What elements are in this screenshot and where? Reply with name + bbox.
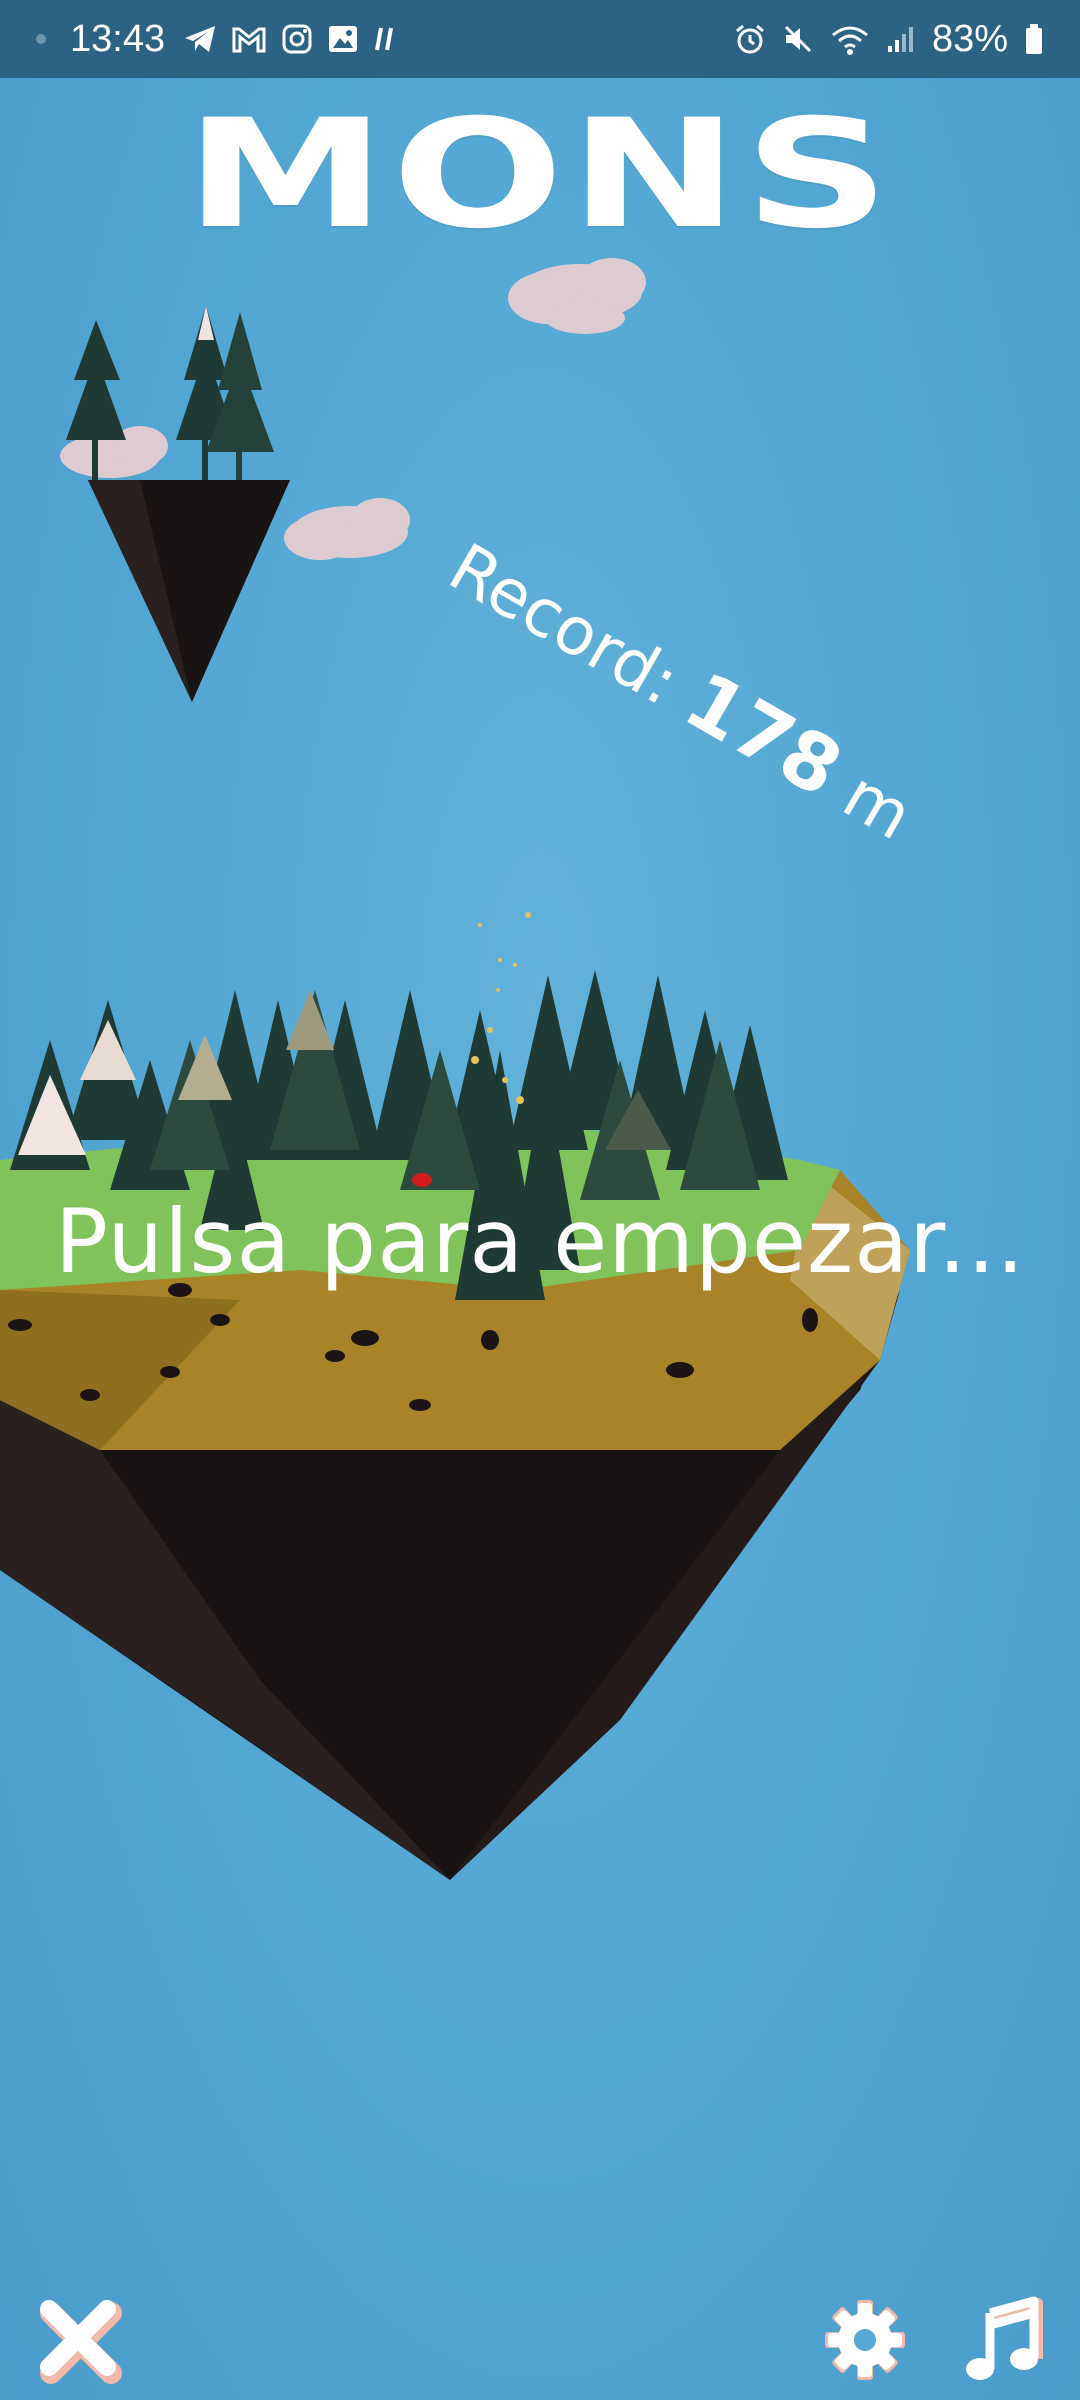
cloud: [284, 498, 410, 560]
music-icon: [966, 2296, 1043, 2380]
music-button[interactable]: [955, 2290, 1055, 2390]
gmail-icon: [231, 25, 267, 53]
notification-dot: [36, 34, 46, 44]
status-time: 13:43: [70, 17, 166, 60]
game-title: MONS: [184, 88, 896, 262]
status-bar: 13:43 83%: [0, 0, 1080, 78]
signal-icon: [886, 24, 916, 54]
app-icon: [373, 24, 397, 54]
player-character: [412, 1173, 432, 1187]
cloud: [508, 258, 646, 334]
close-button[interactable]: [30, 2290, 130, 2390]
telegram-icon: [183, 24, 217, 54]
small-floating-island: [66, 306, 290, 702]
battery-percent: 83%: [931, 17, 1008, 60]
notification-icons: [183, 23, 397, 55]
alarm-icon: [734, 23, 766, 55]
system-icons: 83%: [734, 18, 1044, 61]
main-floating-island: [0, 912, 910, 1880]
gear-icon: [825, 2300, 905, 2380]
instagram-icon: [281, 23, 313, 55]
close-icon: [40, 2300, 122, 2384]
wifi-icon: [830, 23, 870, 55]
start-prompt[interactable]: Pulsa para empezar...: [0, 1190, 1080, 1293]
mute-icon: [782, 23, 814, 55]
battery-icon: [1024, 23, 1044, 55]
gallery-icon: [327, 24, 359, 54]
settings-button[interactable]: [815, 2290, 915, 2390]
